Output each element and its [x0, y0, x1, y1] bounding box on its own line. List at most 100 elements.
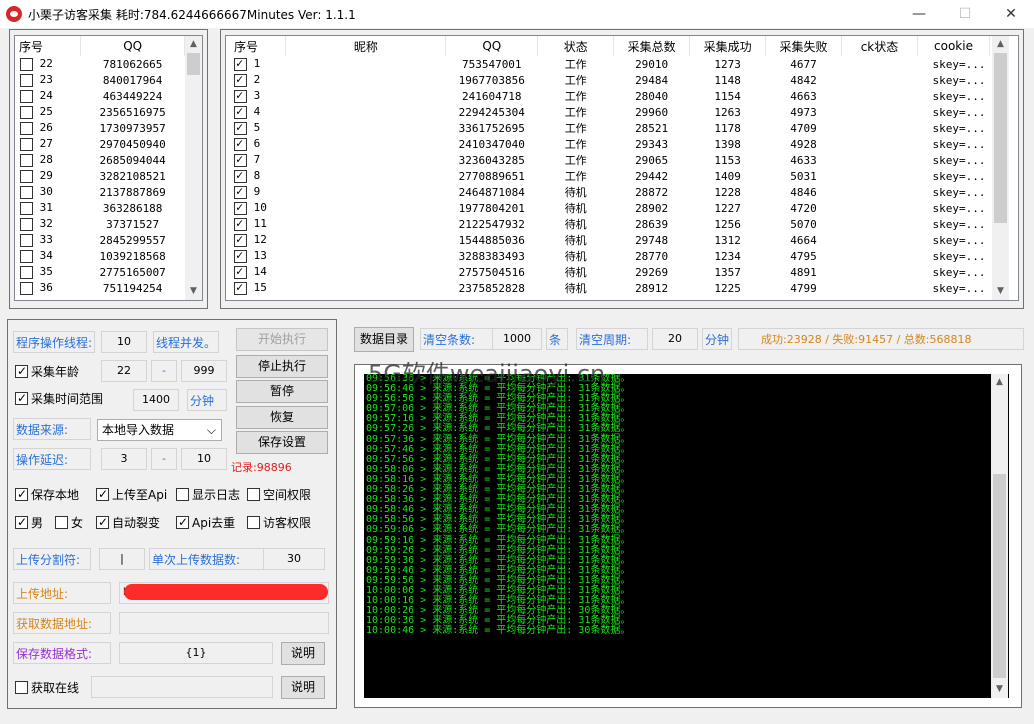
age-min-input[interactable]: 22 — [101, 360, 147, 382]
data-dir-button[interactable]: 数据目录 — [354, 327, 414, 352]
row-checkbox[interactable] — [20, 89, 33, 103]
right-table-scrollbar[interactable]: ▲ ▼ — [992, 36, 1009, 300]
row-checkbox[interactable] — [20, 57, 33, 71]
table-row[interactable]: 5 3361752695 工作 28521 1178 4709 skey=... — [226, 120, 990, 136]
row-checkbox[interactable] — [234, 56, 247, 71]
save-format-input[interactable]: {1} — [119, 642, 273, 664]
col-header-qq[interactable]: QQ — [80, 36, 185, 56]
scroll-thumb[interactable] — [993, 474, 1006, 678]
row-checkbox[interactable] — [20, 169, 33, 183]
table-row[interactable]: 23 840017964 — [15, 72, 185, 88]
table-row[interactable]: 27 2970450940 — [15, 136, 185, 152]
row-checkbox[interactable] — [234, 264, 247, 279]
row-checkbox[interactable] — [234, 184, 247, 199]
table-row[interactable]: 7 3236043285 工作 29065 1153 4633 skey=... — [226, 152, 990, 168]
visitor-perm-checkbox[interactable]: 访客权限 — [247, 515, 311, 531]
table-row[interactable]: 1 753547001 工作 29010 1273 4677 skey=... — [226, 56, 990, 72]
format-explain-button[interactable]: 说明 — [281, 642, 325, 665]
col-header-no[interactable]: 序号 — [15, 36, 82, 56]
row-checkbox[interactable] — [234, 232, 247, 247]
source-select[interactable]: 本地导入数据 ⌵ — [97, 419, 222, 441]
col-header-fail[interactable]: 采集失败 — [765, 36, 843, 56]
row-checkbox[interactable] — [20, 265, 33, 279]
row-checkbox[interactable] — [234, 120, 247, 135]
time-range-input[interactable]: 1400 — [133, 389, 179, 411]
table-row[interactable]: 14 2757504516 待机 29269 1357 4891 skey=... — [226, 264, 990, 280]
col-header-total[interactable]: 采集总数 — [613, 36, 691, 56]
stop-button[interactable]: 停止执行 — [236, 355, 328, 378]
age-checkbox[interactable]: 采集年龄 — [15, 363, 79, 380]
table-row[interactable]: 26 1730973957 — [15, 120, 185, 136]
table-row[interactable]: 13 3288383493 待机 28770 1234 4795 skey=... — [226, 248, 990, 264]
delay-max-input[interactable]: 10 — [181, 448, 227, 470]
save-local-checkbox[interactable]: 保存本地 — [15, 486, 79, 503]
row-checkbox[interactable] — [234, 152, 247, 167]
table-row[interactable]: 25 2356516975 — [15, 104, 185, 120]
age-max-input[interactable]: 999 — [181, 360, 227, 382]
table-row[interactable]: 9 2464871084 待机 28872 1228 4846 skey=... — [226, 184, 990, 200]
table-row[interactable]: 3 241604718 工作 28040 1154 4663 skey=... — [226, 88, 990, 104]
online-explain-button[interactable]: 说明 — [281, 676, 325, 699]
scroll-thumb[interactable] — [187, 53, 200, 75]
table-row[interactable]: 29 3282108521 — [15, 168, 185, 184]
col-header-nickname[interactable]: 昵称 — [285, 36, 447, 56]
table-row[interactable]: 8 2770889651 工作 29442 1409 5031 skey=... — [226, 168, 990, 184]
col-header-ck-status[interactable]: ck状态 — [841, 36, 918, 56]
table-row[interactable]: 28 2685094044 — [15, 152, 185, 168]
scroll-down-icon[interactable]: ▼ — [991, 681, 1008, 698]
row-checkbox[interactable] — [234, 88, 247, 103]
row-checkbox[interactable] — [20, 201, 33, 215]
row-checkbox[interactable] — [20, 105, 33, 119]
row-checkbox[interactable] — [20, 185, 33, 199]
row-checkbox[interactable] — [234, 248, 247, 263]
clear-period-input[interactable]: 20 — [652, 328, 698, 350]
table-row[interactable]: 2 1967703856 工作 29484 1148 4842 skey=... — [226, 72, 990, 88]
row-checkbox[interactable] — [20, 121, 33, 135]
table-row[interactable]: 22 781062665 — [15, 56, 185, 72]
table-row[interactable]: 6 2410347040 工作 29343 1398 4928 skey=... — [226, 136, 990, 152]
save-settings-button[interactable]: 保存设置 — [236, 431, 328, 454]
scroll-down-icon[interactable]: ▼ — [992, 283, 1009, 300]
table-row[interactable]: 24 463449224 — [15, 88, 185, 104]
row-checkbox[interactable] — [234, 72, 247, 87]
table-row[interactable]: 30 2137887869 — [15, 184, 185, 200]
scroll-up-icon[interactable]: ▲ — [992, 36, 1009, 53]
table-row[interactable]: 36 751194254 — [15, 280, 185, 296]
female-checkbox[interactable]: 女 — [55, 515, 83, 531]
row-checkbox[interactable] — [20, 153, 33, 167]
table-row[interactable]: 12 1544885036 待机 29748 1312 4664 skey=... — [226, 232, 990, 248]
row-checkbox[interactable] — [234, 168, 247, 183]
table-row[interactable]: 4 2294245304 工作 29960 1263 4973 skey=... — [226, 104, 990, 120]
split-input[interactable]: | — [99, 548, 145, 570]
table-row[interactable]: 15 2375852828 待机 28912 1225 4799 skey=... — [226, 280, 990, 296]
scroll-thumb[interactable] — [994, 53, 1007, 223]
col-header-cookie[interactable]: cookie — [917, 36, 991, 56]
batch-input[interactable]: 30 — [263, 548, 325, 570]
col-header-qq[interactable]: QQ — [445, 36, 539, 56]
row-checkbox[interactable] — [20, 281, 33, 295]
api-dedup-checkbox[interactable]: Api去重 — [176, 514, 235, 531]
row-checkbox[interactable] — [234, 280, 247, 295]
threads-input[interactable]: 10 — [101, 331, 147, 353]
row-checkbox[interactable] — [20, 73, 33, 87]
scroll-up-icon[interactable]: ▲ — [991, 374, 1008, 391]
close-icon[interactable]: ✕ — [988, 0, 1034, 28]
left-table-scrollbar[interactable]: ▲ ▼ — [185, 36, 202, 300]
pause-button[interactable]: 暂停 — [236, 380, 328, 403]
table-row[interactable]: 34 1039218568 — [15, 248, 185, 264]
male-checkbox[interactable]: 男 — [15, 514, 43, 531]
console-scrollbar[interactable]: ▲ ▼ — [991, 374, 1008, 698]
col-header-success[interactable]: 采集成功 — [689, 36, 767, 56]
row-checkbox[interactable] — [234, 104, 247, 119]
show-log-checkbox[interactable]: 显示日志 — [176, 487, 240, 503]
auto-split-checkbox[interactable]: 自动裂变 — [96, 514, 160, 531]
start-button[interactable]: 开始执行 — [236, 328, 328, 351]
upload-api-checkbox[interactable]: 上传至Api — [96, 486, 167, 503]
minimize-icon[interactable]: — — [896, 0, 942, 28]
space-perm-checkbox[interactable]: 空间权限 — [247, 487, 311, 503]
row-checkbox[interactable] — [234, 200, 247, 215]
delay-min-input[interactable]: 3 — [101, 448, 147, 470]
resume-button[interactable]: 恢复 — [236, 406, 328, 429]
fetch-online-checkbox[interactable]: 获取在线 — [15, 680, 79, 696]
fetch-url-input[interactable] — [119, 612, 329, 634]
